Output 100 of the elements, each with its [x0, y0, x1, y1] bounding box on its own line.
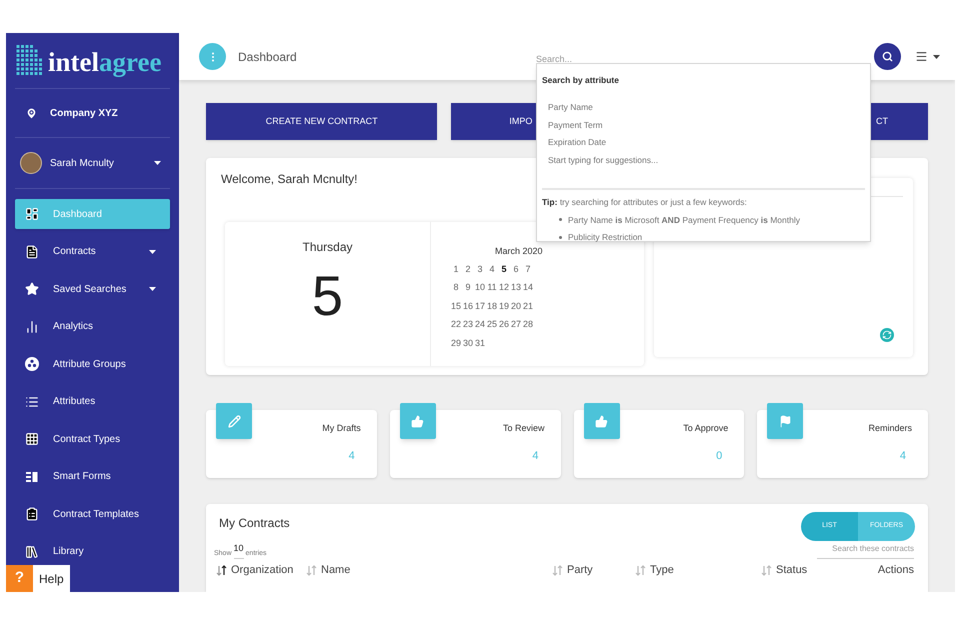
- calendar-day: 13: [510, 281, 522, 294]
- search-button[interactable]: [874, 43, 901, 70]
- stat-card[interactable]: To Review 4: [390, 410, 560, 478]
- grid-icon: [25, 432, 39, 446]
- location-pin-icon: [25, 106, 38, 120]
- pencil-icon: [228, 414, 240, 428]
- calendar-day: 20: [510, 300, 522, 313]
- calendar-day: 29: [450, 336, 462, 350]
- stat-label: Reminders: [868, 422, 912, 435]
- calendar-day: 17: [474, 300, 486, 313]
- column-header: Actions: [878, 563, 914, 578]
- nav-item[interactable]: Contract Templates: [15, 499, 170, 529]
- suggestion-item[interactable]: Party Name: [548, 100, 593, 114]
- calendar-day: 7: [522, 262, 534, 276]
- company-name: Company XYZ: [50, 106, 118, 120]
- action-button[interactable]: CREATE NEW CONTRACT: [206, 103, 438, 140]
- example-query: Party Name is Microsoft AND Payment Frequency is Monthly: [559, 214, 870, 226]
- menu-icon: [915, 50, 928, 63]
- calendar-day: 14: [522, 281, 534, 294]
- calendar-day: 6: [510, 262, 522, 276]
- suggestion-item[interactable]: Expiration Date: [548, 136, 606, 149]
- calendar-day: 9: [462, 281, 474, 294]
- stat-label: To Approve: [683, 422, 728, 435]
- help-button[interactable]: ? Help: [6, 565, 70, 592]
- suggestion-item[interactable]: Payment Term: [548, 118, 603, 132]
- calendar-day: 21: [522, 300, 534, 313]
- calendar-day: 16: [462, 300, 474, 313]
- thumbs-up-icon: [411, 414, 424, 428]
- sort-icon[interactable]: [216, 564, 227, 576]
- caret-icon: [933, 54, 940, 58]
- calendar-day: 24: [474, 318, 486, 332]
- stat-label: To Review: [502, 422, 544, 435]
- column-header: Organization: [231, 563, 294, 578]
- weekday: Thursday: [302, 239, 353, 256]
- stat-value: 4: [348, 448, 356, 464]
- stat-value: 0: [716, 448, 724, 464]
- nav-item[interactable]: Library: [15, 536, 170, 566]
- stat-label: My Drafts: [322, 422, 361, 435]
- calendar-day: 28: [522, 318, 534, 332]
- logo-text: intelagree: [48, 49, 162, 76]
- column-header: Status: [776, 563, 808, 578]
- column-header: Name: [321, 563, 350, 578]
- calendar-day: 30: [462, 336, 474, 350]
- column-header: Party: [567, 563, 593, 578]
- stat-card[interactable]: Reminders 4: [757, 410, 928, 478]
- nav-item[interactable]: Attribute Groups: [15, 349, 170, 379]
- calendar-day: 26: [498, 318, 510, 332]
- welcome-title: Welcome, Sarah Mcnulty!: [221, 171, 358, 188]
- calendar-day: 27: [510, 318, 522, 332]
- calendar-day: 31: [474, 336, 486, 350]
- column-header: Type: [650, 563, 674, 578]
- stat-card[interactable]: My Drafts 4: [206, 410, 377, 478]
- logo-mark-icon: [16, 45, 44, 76]
- dropdown-heading: Search by attribute: [541, 74, 620, 87]
- calendar-day: 18: [486, 300, 498, 313]
- calendar-day: 2: [462, 262, 474, 276]
- library-icon: [25, 544, 39, 558]
- tip-text: Tip: try searching for attributes or just a few keywords:: [541, 196, 748, 208]
- nav-item[interactable]: Analytics: [15, 312, 170, 342]
- contracts-search-field[interactable]: Search these contracts: [817, 539, 914, 559]
- group-icon: [25, 357, 39, 371]
- nav-item[interactable]: Smart Forms: [15, 462, 170, 492]
- list-icon: [25, 394, 39, 408]
- stat-value: 4: [532, 448, 540, 464]
- calendar-day: 1: [450, 262, 462, 276]
- thumbs-up-icon: [595, 414, 608, 428]
- more-button[interactable]: [199, 43, 226, 70]
- calendar-day: 4: [486, 262, 498, 276]
- example-query: Publicity Restriction: [559, 231, 870, 244]
- menu-button[interactable]: [915, 50, 940, 63]
- nav-item[interactable]: Saved Searches: [15, 274, 170, 304]
- calendar-day: 19: [498, 300, 510, 313]
- calendar-day: 23: [462, 318, 474, 332]
- calendar-day: 10: [474, 281, 486, 294]
- refresh-icon[interactable]: [880, 328, 894, 342]
- calendar-day: 12: [498, 281, 510, 294]
- star-icon: [25, 282, 39, 296]
- page-title: Dashboard: [238, 48, 297, 66]
- calendar-day: 22: [450, 318, 462, 332]
- suggestion-item[interactable]: Start typing for suggestions...: [548, 154, 658, 167]
- day-number: 5: [312, 264, 344, 328]
- calendar-day: 15: [450, 300, 462, 313]
- month-label: March 2020: [495, 245, 544, 258]
- calendar-day: 8: [450, 281, 462, 294]
- nav-item[interactable]: Contract Types: [15, 424, 170, 454]
- dashboard-icon: [25, 207, 39, 221]
- user-menu[interactable]: Sarah Mcnulty: [6, 138, 179, 188]
- form-icon: [25, 470, 39, 484]
- nav-item[interactable]: Contracts: [15, 236, 170, 266]
- calendar-day: 11: [486, 281, 498, 294]
- entries-select[interactable]: 10: [234, 542, 244, 559]
- calendar-day: 3: [474, 262, 486, 276]
- bar-chart-icon: [25, 320, 39, 334]
- nav-item[interactable]: Attributes: [15, 386, 170, 416]
- calendar-day: 25: [486, 318, 498, 332]
- stat-value: 4: [900, 448, 907, 464]
- stat-card[interactable]: To Approve 0: [574, 410, 744, 478]
- help-icon: ?: [6, 565, 33, 592]
- calendar-day: 5: [498, 262, 510, 276]
- search-icon: [882, 51, 893, 62]
